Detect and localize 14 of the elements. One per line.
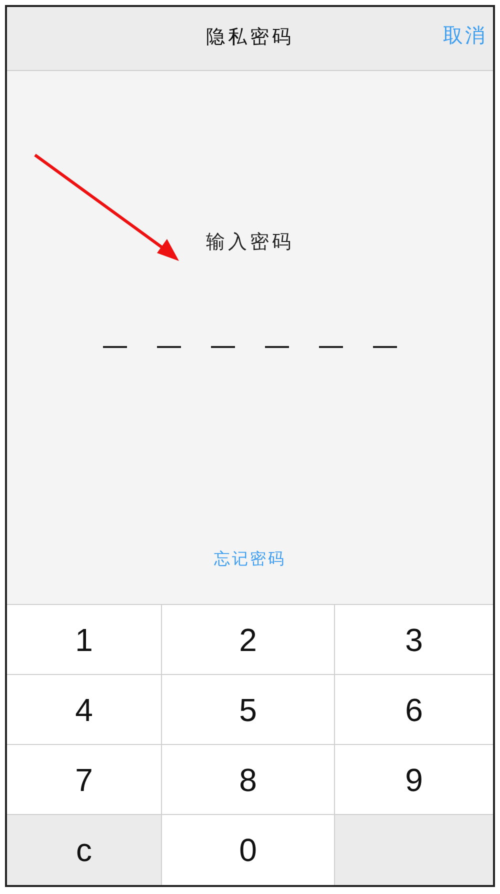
digit-key[interactable]: 6 [335,675,493,745]
blank-key[interactable] [335,815,493,885]
digit-key[interactable]: 8 [162,745,335,815]
clear-key[interactable]: c [7,815,162,885]
prompt-text: 输入密码 [206,231,294,255]
digit-key[interactable]: 9 [335,745,493,815]
digit-key[interactable]: 1 [7,605,162,675]
digit-key[interactable]: 4 [7,675,162,745]
digit-key[interactable]: 2 [162,605,335,675]
digit-key[interactable]: 3 [335,605,493,675]
page-title: 隐私密码 [206,26,294,50]
digit-key[interactable]: 0 [162,815,335,885]
digit-key[interactable]: 5 [162,675,335,745]
digit-key[interactable]: 7 [7,745,162,815]
